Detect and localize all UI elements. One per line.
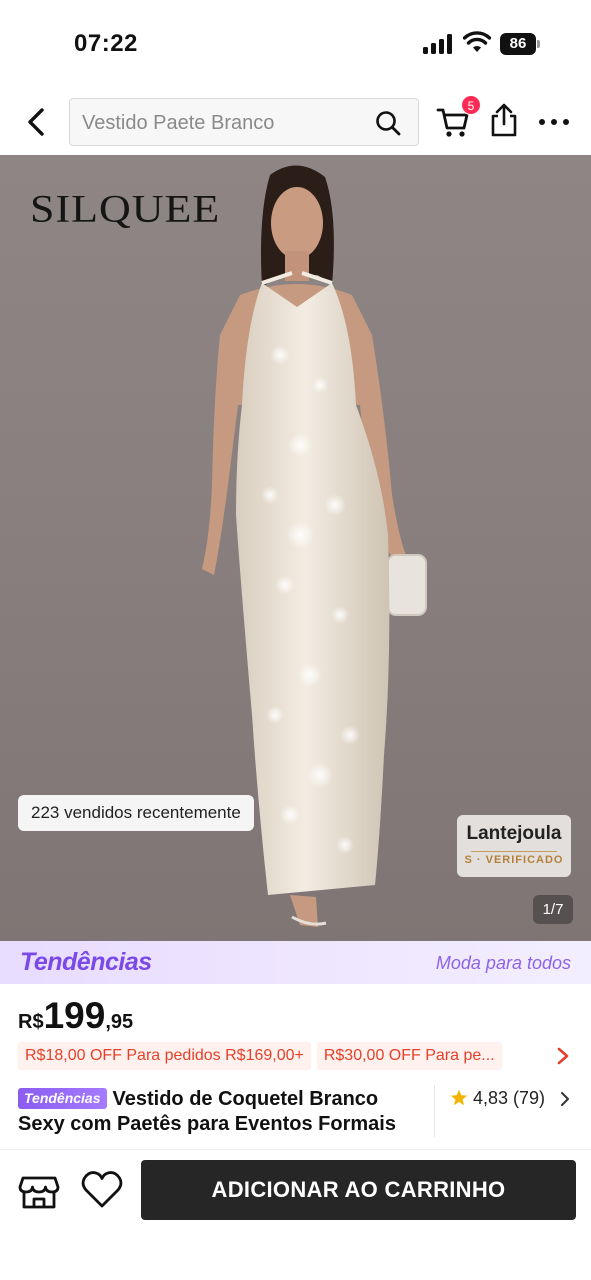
price-integer: 199 bbox=[43, 995, 106, 1036]
search-placeholder: Vestido Paete Branco bbox=[82, 112, 275, 134]
top-nav: Vestido Paete Branco 5 bbox=[0, 92, 591, 154]
price-currency: R$ bbox=[18, 1011, 44, 1033]
coupon-list: R$18,00 OFF Para pedidos R$169,00+ R$30,0… bbox=[18, 1042, 591, 1070]
status-bar: 07:22 86 bbox=[0, 0, 591, 88]
status-time: 07:22 bbox=[74, 30, 138, 57]
shop-icon[interactable] bbox=[18, 1170, 60, 1210]
sold-count-badge: 223 vendidos recentemente bbox=[18, 795, 254, 831]
add-to-cart-button[interactable]: ADICIONAR AO CARRINHO bbox=[141, 1160, 576, 1220]
material-title: Lantejoula bbox=[466, 823, 562, 844]
heart-icon[interactable] bbox=[80, 1170, 124, 1210]
material-verified-badge: Lantejoula S · VERIFICADO bbox=[457, 815, 571, 877]
star-icon bbox=[450, 1089, 468, 1106]
share-icon[interactable] bbox=[489, 102, 519, 138]
trend-tag: Tendências bbox=[18, 1088, 107, 1109]
cart-count-badge: 5 bbox=[461, 95, 481, 115]
product-title-block: Tendências Vestido de Coquetel Branco Sex… bbox=[18, 1087, 428, 1137]
price-cents: ,95 bbox=[105, 1011, 134, 1033]
price: R$199,95 bbox=[18, 995, 133, 1037]
chevron-right-icon[interactable] bbox=[555, 1046, 571, 1066]
rating-value: 4,83 (79) bbox=[473, 1088, 546, 1108]
signal-icon bbox=[423, 34, 452, 54]
wifi-icon bbox=[463, 31, 491, 52]
coupon-chip[interactable]: R$30,00 OFF Para pe... bbox=[316, 1042, 502, 1070]
search-icon[interactable] bbox=[374, 109, 402, 137]
image-page-counter: 1/7 bbox=[533, 895, 573, 924]
material-verified-label: S · VERIFICADO bbox=[464, 854, 564, 866]
trend-banner[interactable]: Tendências Moda para todos bbox=[0, 941, 591, 984]
product-image-carousel[interactable]: SILQUEE 223 vendidos recentemente Lantej… bbox=[0, 155, 591, 941]
coupon-chip[interactable]: R$18,00 OFF Para pedidos R$169,00+ bbox=[18, 1042, 311, 1070]
search-input[interactable]: Vestido Paete Branco bbox=[69, 98, 419, 146]
trend-logo: Tendências bbox=[20, 948, 152, 976]
more-icon[interactable] bbox=[536, 110, 572, 134]
back-arrow-icon[interactable] bbox=[18, 100, 58, 144]
chevron-right-icon[interactable] bbox=[560, 1091, 570, 1107]
battery-level: 86 bbox=[500, 33, 536, 55]
battery-icon: 86 bbox=[500, 33, 540, 55]
trend-tagline: Moda para todos bbox=[435, 953, 571, 973]
brand-logo: SILQUEE bbox=[30, 186, 221, 231]
